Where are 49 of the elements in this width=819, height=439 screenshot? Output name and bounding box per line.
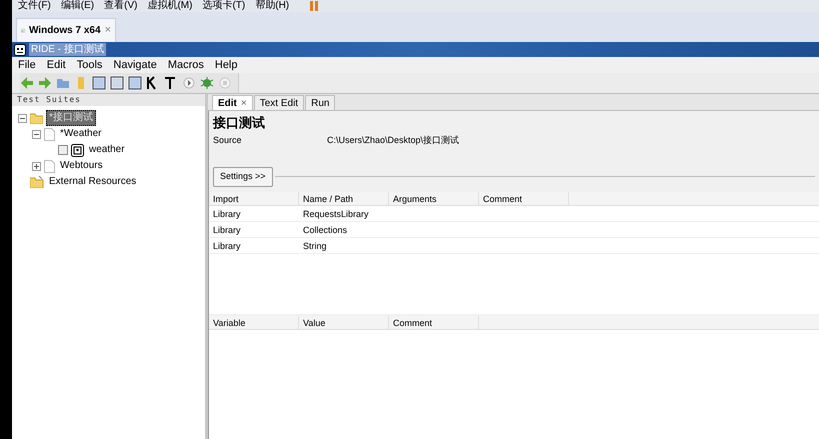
menu-item[interactable]: Tools xyxy=(76,56,102,74)
column-header[interactable]: Variable xyxy=(209,316,299,328)
tree-item[interactable]: weather xyxy=(87,143,127,157)
file-icon xyxy=(44,128,55,140)
column-header[interactable]: Name / Path xyxy=(299,192,389,204)
column-header[interactable]: Value xyxy=(299,316,389,328)
panel-title: Test Suites xyxy=(12,94,205,106)
menu-item[interactable]: 选项卡(T) xyxy=(202,1,246,11)
column-header[interactable]: Import xyxy=(209,192,299,204)
tab-label: Windows 7 x64 xyxy=(28,24,101,38)
settings-button[interactable]: Settings >> xyxy=(213,166,273,186)
window-title: RIDE - 接口测试 xyxy=(29,43,106,56)
tree-item[interactable]: *接口测试 xyxy=(46,110,96,126)
bug-icon[interactable] xyxy=(200,76,214,90)
menu-item[interactable]: 编辑(E) xyxy=(60,1,94,11)
tab[interactable]: Run xyxy=(305,95,336,110)
collapse-icon[interactable] xyxy=(32,130,41,138)
tab[interactable]: Text Edit xyxy=(254,95,304,110)
column-header[interactable]: Comment xyxy=(479,192,569,204)
collapse-icon[interactable] xyxy=(18,114,27,122)
menu-item[interactable]: File xyxy=(18,56,36,74)
table-cell-text: RequestsLibrary xyxy=(302,208,370,220)
table-cell-text: String xyxy=(302,240,328,252)
menu-item[interactable]: Help xyxy=(214,56,238,74)
play-icon[interactable] xyxy=(182,76,196,90)
robot-icon xyxy=(14,44,26,56)
menu-item[interactable]: 帮助(H) xyxy=(255,1,290,11)
table-cell-text: Collections xyxy=(302,224,348,236)
expand-icon[interactable] xyxy=(32,162,41,170)
vm-tab[interactable]: Windows 7 x64 × xyxy=(16,18,116,42)
suite-name: 接口测试 xyxy=(212,114,266,131)
robot-icon xyxy=(71,144,84,156)
column-header[interactable]: Arguments xyxy=(389,192,479,204)
table-cell-text: Library xyxy=(212,224,242,236)
table-cell-text: Library xyxy=(212,240,242,252)
column-header[interactable]: Comment xyxy=(389,316,479,328)
checkbox[interactable] xyxy=(58,145,68,155)
source-path: C:\Users\Zhao\Desktop\接口测试 xyxy=(327,134,460,147)
menu-item[interactable]: Edit xyxy=(46,56,66,74)
field-label: Source xyxy=(213,134,243,147)
file-icon xyxy=(44,160,55,172)
tree-item[interactable]: External Resources xyxy=(47,175,138,189)
menu-item[interactable]: Navigate xyxy=(113,56,157,74)
tree-item[interactable]: Webtours xyxy=(58,159,105,173)
menu-item[interactable]: Macros xyxy=(168,56,204,74)
tab[interactable]: Edit × xyxy=(212,95,253,110)
menu-item[interactable]: 查看(V) xyxy=(104,1,138,11)
table-cell-text: Library xyxy=(212,208,242,220)
tree-item[interactable]: *Weather xyxy=(58,127,104,141)
